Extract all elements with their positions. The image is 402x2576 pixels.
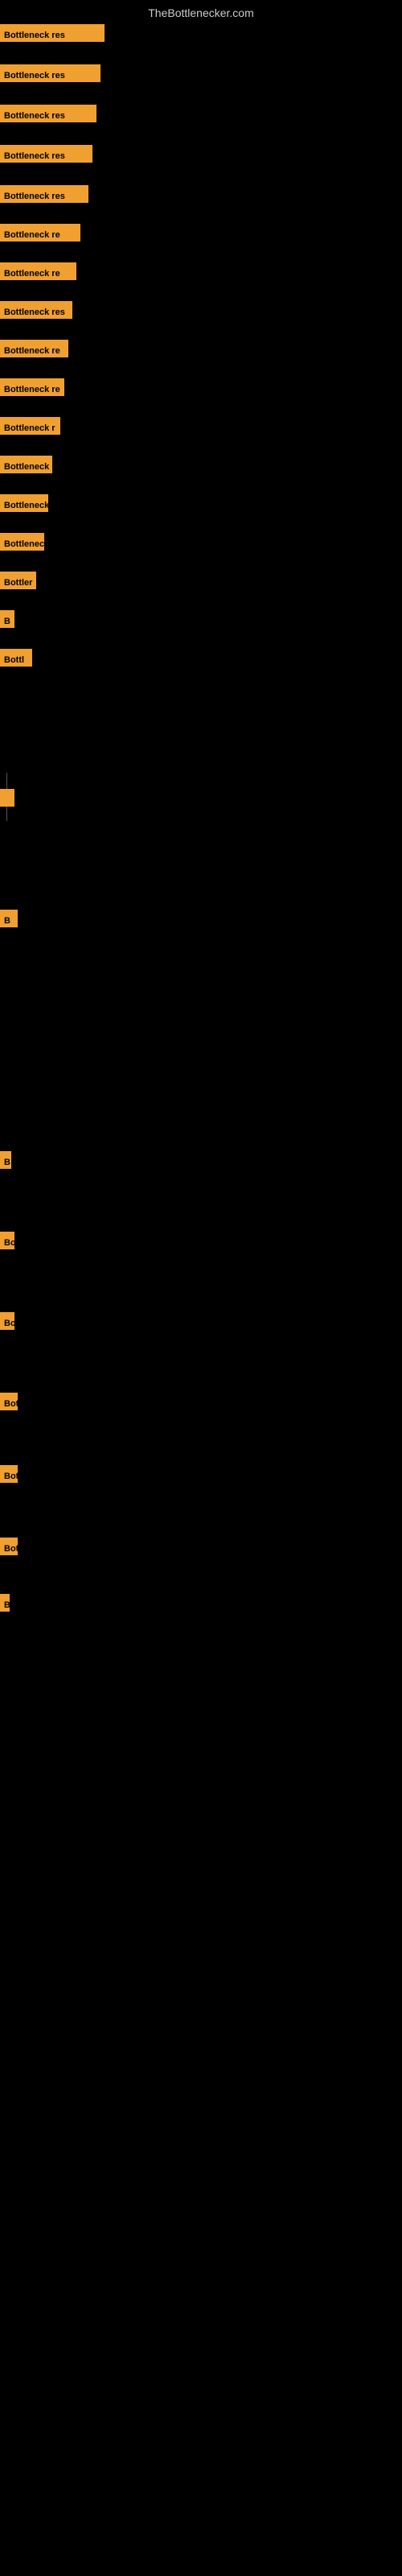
bar-item: B bbox=[0, 910, 18, 927]
bar-label: Bottleneck re bbox=[0, 262, 76, 280]
bar-label: Bottleneck c bbox=[0, 494, 48, 512]
bar-label: Bottleneck bbox=[0, 456, 52, 473]
bar-item bbox=[0, 789, 14, 807]
bar-label: Bottleneck res bbox=[0, 64, 100, 82]
bar-item: Bottleneck c bbox=[0, 494, 48, 512]
bar-label: Bottleneck res bbox=[0, 301, 72, 319]
bar-label: Bottleneck bbox=[0, 533, 44, 551]
bar-item: Bottleneck bbox=[0, 533, 44, 551]
bar-label: Bottleneck re bbox=[0, 224, 80, 242]
bar-label bbox=[0, 789, 14, 807]
bar-item: Bottleneck res bbox=[0, 24, 105, 42]
bar-label: Bo bbox=[0, 1312, 14, 1330]
bar-item: Bottleneck re bbox=[0, 224, 80, 242]
bar-item: B bbox=[0, 1151, 11, 1169]
bar-item: B bbox=[0, 610, 14, 628]
bar-item: Bot bbox=[0, 1465, 18, 1483]
bar-label: B bbox=[0, 910, 18, 927]
bar-item: Bottleneck re bbox=[0, 262, 76, 280]
bar-label: Bottleneck res bbox=[0, 145, 92, 163]
bar-label: Bottleneck res bbox=[0, 185, 88, 203]
bar-label: B bbox=[0, 610, 14, 628]
bar-label: Bottleneck re bbox=[0, 378, 64, 396]
bar-item: Bottleneck res bbox=[0, 185, 88, 203]
bar-label: Bottl bbox=[0, 649, 32, 667]
bar-item: Bot bbox=[0, 1393, 18, 1410]
bar-item: Bottleneck re bbox=[0, 340, 68, 357]
site-title: TheBottlenecker.com bbox=[0, 0, 402, 23]
bar-label: Bo bbox=[0, 1232, 14, 1249]
bar-item: Bo bbox=[0, 1232, 14, 1249]
bar-item: Bottleneck r bbox=[0, 417, 60, 435]
bar-item: Bottleneck res bbox=[0, 64, 100, 82]
bar-label: Bot bbox=[0, 1393, 18, 1410]
bar-item: Bottl bbox=[0, 649, 32, 667]
bar-label: B bbox=[0, 1594, 10, 1612]
bar-label: Bot bbox=[0, 1465, 18, 1483]
bar-label: Bottler bbox=[0, 572, 36, 589]
bar-item: Bottleneck re bbox=[0, 378, 64, 396]
bar-label: Bottleneck r bbox=[0, 417, 60, 435]
bar-item: Bottleneck res bbox=[0, 105, 96, 122]
bar-item: B bbox=[0, 1594, 10, 1612]
bar-item: Bottler bbox=[0, 572, 36, 589]
bar-item: Bottleneck res bbox=[0, 301, 72, 319]
bar-item: Bottleneck bbox=[0, 456, 52, 473]
bar-item: Bott bbox=[0, 1538, 18, 1555]
bar-label: B bbox=[0, 1151, 11, 1169]
bar-label: Bottleneck res bbox=[0, 105, 96, 122]
bar-label: Bott bbox=[0, 1538, 18, 1555]
bar-item: Bo bbox=[0, 1312, 14, 1330]
bar-label: Bottleneck re bbox=[0, 340, 68, 357]
bar-item: Bottleneck res bbox=[0, 145, 92, 163]
bar-label: Bottleneck res bbox=[0, 24, 105, 42]
